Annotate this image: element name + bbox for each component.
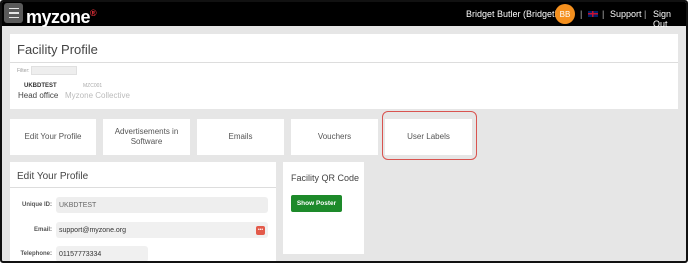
top-bar: myzone® Bridget Butler (BridgetB) BB | |… [2, 2, 686, 29]
separator: | [602, 9, 605, 19]
user-name[interactable]: Bridget Butler (BridgetB) [466, 9, 564, 19]
section-title: Edit Your Profile [17, 171, 89, 182]
show-poster-button[interactable]: Show Poster [291, 195, 342, 212]
email-field[interactable]: support@myzone.org [56, 222, 268, 238]
hamburger-menu-icon[interactable] [4, 3, 23, 23]
tab-label: Vouchers [317, 132, 352, 141]
sign-out-link[interactable]: Sign Out [653, 9, 686, 29]
unique-id-label: Unique ID: [22, 202, 52, 208]
app-frame: myzone® Bridget Butler (BridgetB) BB | |… [0, 0, 688, 263]
facility-code-secondary: MZC001 [83, 83, 103, 89]
highlight-outline [382, 111, 477, 160]
uk-flag-icon[interactable] [588, 11, 598, 17]
page-title: Facility Profile [17, 42, 98, 57]
tab-edit-your-profile[interactable]: Edit Your Profile [10, 119, 96, 155]
autofill-key-icon[interactable]: ••• [256, 226, 265, 235]
separator: | [580, 9, 583, 19]
facility-code: UKBDTEST [24, 83, 57, 89]
separator: | [644, 9, 647, 19]
qr-title: Facility QR Code [291, 173, 360, 183]
support-link[interactable]: Support [610, 9, 642, 19]
tab-advertisements[interactable]: Advertisements in Software [103, 119, 190, 155]
tab-label: Advertisements in Software [114, 127, 179, 146]
filter-input[interactable] [31, 66, 77, 75]
telephone-field[interactable]: 01157773334 [56, 246, 148, 261]
myzone-logo[interactable]: myzone® [26, 3, 97, 27]
tab-label: Edit Your Profile [24, 132, 82, 141]
tab-emails[interactable]: Emails [197, 119, 284, 155]
tab-label: Emails [228, 132, 253, 141]
telephone-label: Telephone: [20, 251, 52, 257]
tab-vouchers[interactable]: Vouchers [291, 119, 378, 155]
divider [10, 62, 678, 63]
facility-name[interactable]: Head office [18, 91, 58, 100]
facility-name-secondary[interactable]: Myzone Collective [65, 91, 130, 100]
email-label: Email: [33, 227, 52, 233]
unique-id-field: UKBDTEST [56, 197, 268, 213]
divider [10, 187, 276, 188]
avatar[interactable]: BB [555, 4, 575, 24]
filter-label: Filter: [17, 68, 30, 74]
